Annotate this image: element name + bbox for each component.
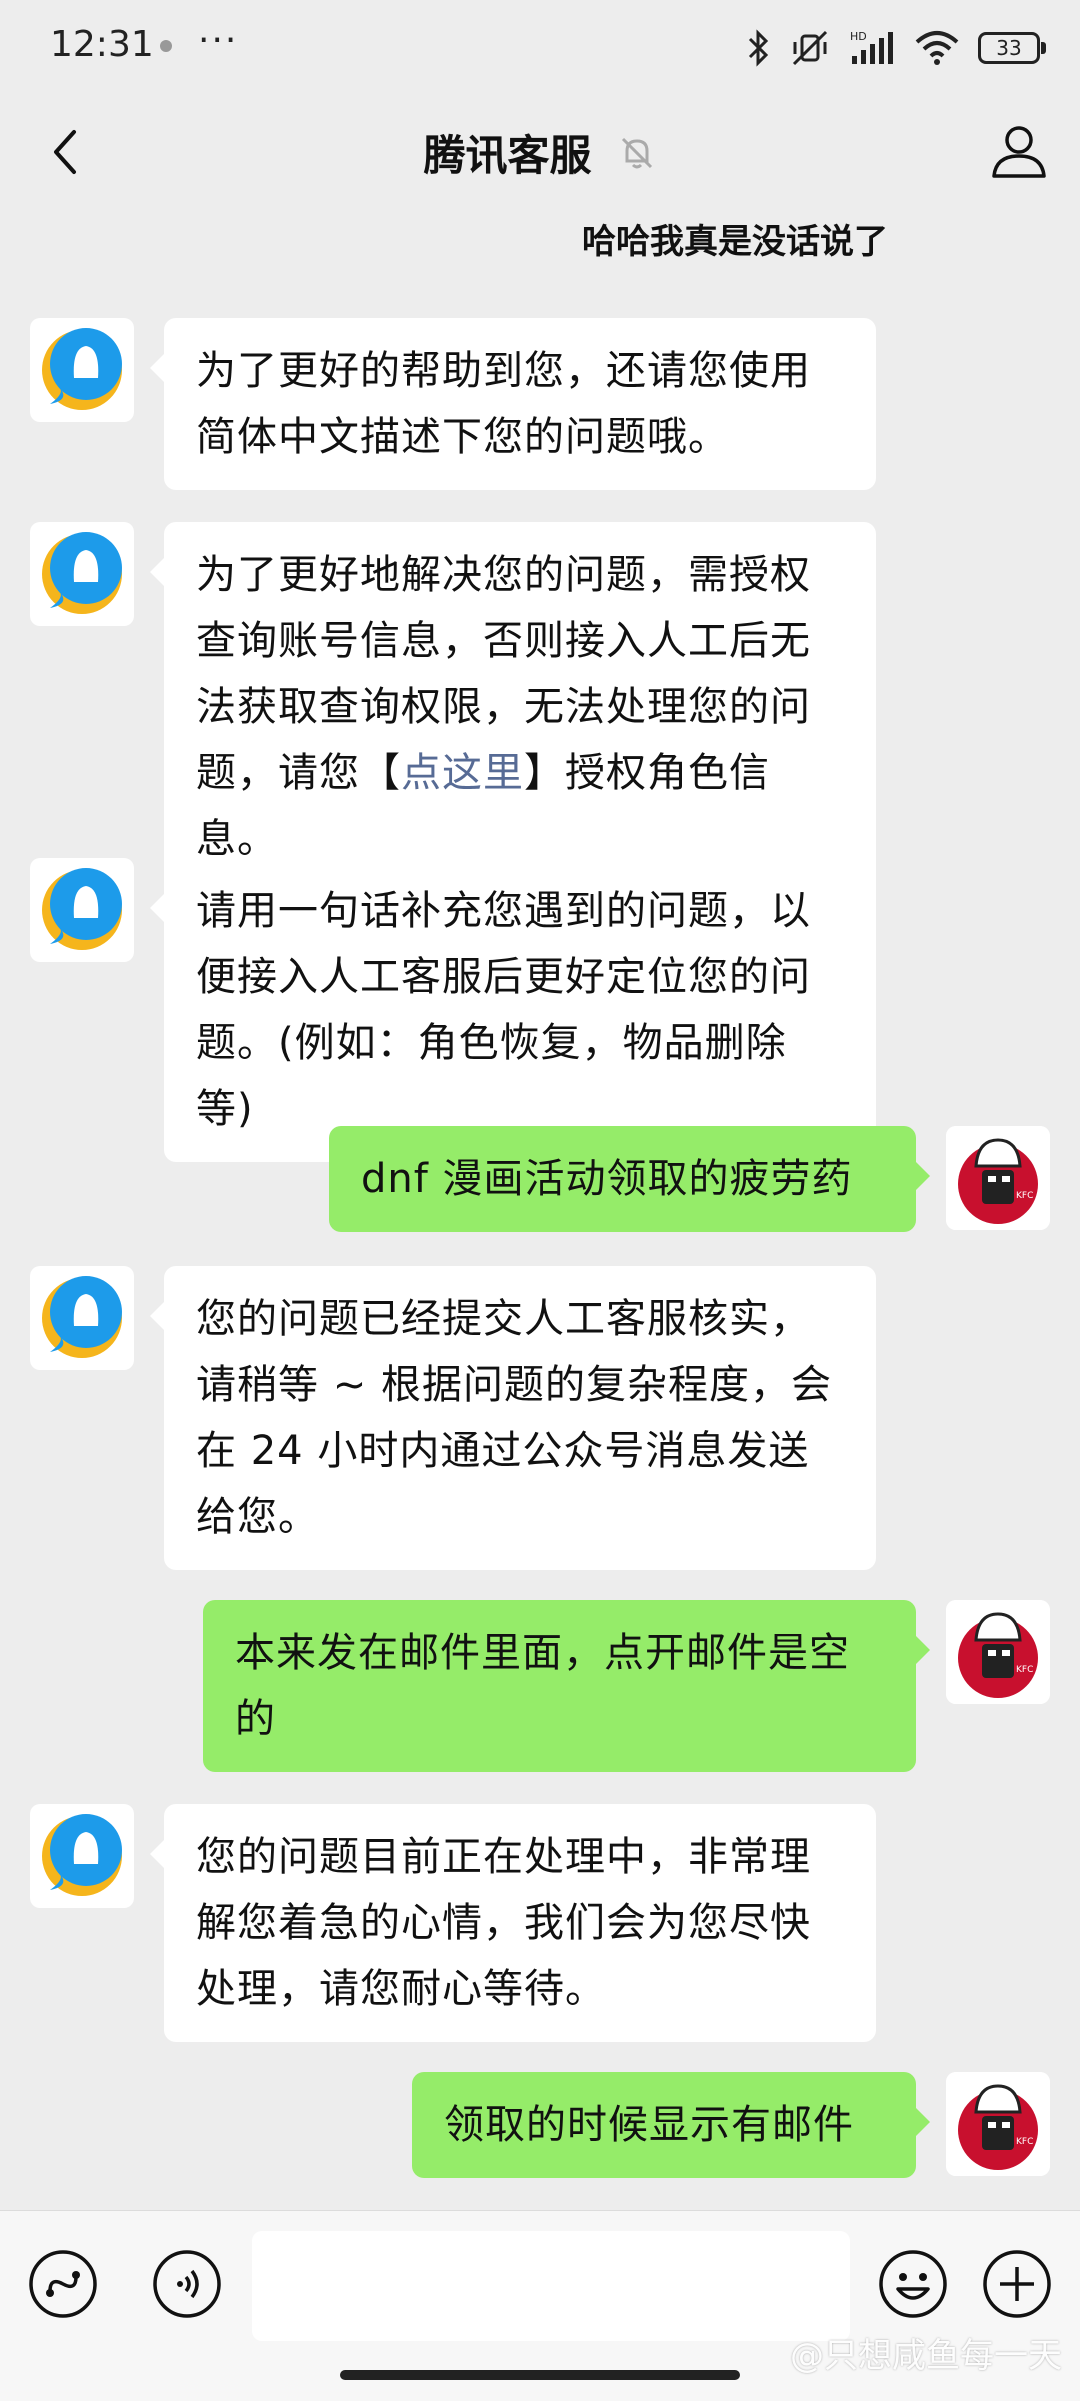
bot-message-bubble[interactable]: 为了更好的帮助到您，还请您使用 简体中文描述下您的问题哦。: [150, 318, 876, 490]
message-line: 本来发在邮件里面，点开邮件是空: [235, 1630, 850, 1676]
message-line: dnf 漫画活动领取的疲劳药: [361, 1156, 853, 1202]
message-line: 处理，请您耐心等待。: [196, 1966, 606, 2012]
message-line: 您的问题已经提交人工客服核实，: [196, 1296, 811, 1342]
message-line: 给您。: [196, 1494, 319, 1540]
message-line: 为了更好地解决您的问题，需授权: [196, 552, 811, 598]
user-avatar-image-icon: KFC: [946, 1600, 1050, 1704]
message-line: 请用一句话补充您遇到的问题，以: [196, 888, 811, 934]
bot-message-bubble[interactable]: 为了更好地解决您的问题，需授权 查询账号信息，否则接入人工后无 法获取查询权限，…: [150, 522, 876, 892]
user-message-bubble[interactable]: dnf 漫画活动领取的疲劳药: [329, 1126, 930, 1232]
message-line: 法获取查询权限，无法处理您的问: [196, 684, 811, 730]
bot-avatar[interactable]: [30, 318, 134, 422]
home-indicator[interactable]: [340, 2370, 740, 2380]
message-text: 题，请您【: [196, 750, 401, 796]
emoji-icon[interactable]: [878, 2249, 948, 2319]
tencent-service-logo-icon: [42, 1814, 122, 1896]
bot-avatar[interactable]: [30, 1804, 134, 1908]
message-line: 领取的时候显示有邮件: [444, 2102, 854, 2148]
message-line: 简体中文描述下您的问题哦。: [196, 414, 729, 460]
message-line: 解您着急的心情，我们会为您尽快: [196, 1900, 811, 1946]
message-input[interactable]: [252, 2231, 850, 2341]
user-avatar-image-icon: KFC: [946, 1126, 1050, 1230]
bot-avatar[interactable]: [30, 522, 134, 626]
user-avatar[interactable]: KFC: [946, 2072, 1050, 2176]
message-line: 便接入人工客服后更好定位您的问: [196, 954, 811, 1000]
bot-avatar[interactable]: [30, 858, 134, 962]
message-line: 为了更好的帮助到您，还请您使用: [196, 348, 811, 394]
bot-message-bubble[interactable]: 您的问题目前正在处理中，非常理 解您着急的心情，我们会为您尽快 处理，请您耐心等…: [150, 1804, 876, 2042]
message-line: 在 24 小时内通过公众号消息发送: [196, 1428, 810, 1474]
voice-input-icon[interactable]: [152, 2249, 222, 2319]
message-line: 题，请您【点这里】授权角色信息。: [196, 740, 844, 872]
authorize-link[interactable]: 点这里: [401, 750, 524, 796]
svg-text:KFC: KFC: [1016, 1191, 1033, 1201]
user-avatar-image-icon: KFC: [946, 2072, 1050, 2176]
svg-text:KFC: KFC: [1016, 2137, 1033, 2147]
mini-program-icon[interactable]: [28, 2249, 98, 2319]
bot-message-bubble[interactable]: 您的问题已经提交人工客服核实， 请稍等 ~ 根据问题的复杂程度，会 在 24 小…: [150, 1266, 876, 1570]
bot-message-bubble[interactable]: 请用一句话补充您遇到的问题，以 便接入人工客服后更好定位您的问 题。(例如：角色…: [150, 858, 876, 1162]
message-list: 为了更好的帮助到您，还请您使用 简体中文描述下您的问题哦。 为了更好地解决您的问…: [0, 0, 1080, 2210]
user-message-bubble[interactable]: 领取的时候显示有邮件: [412, 2072, 930, 2178]
tencent-service-logo-icon: [42, 1276, 122, 1358]
user-avatar[interactable]: KFC: [946, 1126, 1050, 1230]
tencent-service-logo-icon: [42, 868, 122, 950]
user-avatar[interactable]: KFC: [946, 1600, 1050, 1704]
message-line: 题。(例如：角色恢复，物品删除等): [196, 1020, 787, 1132]
add-more-icon[interactable]: [982, 2249, 1052, 2319]
message-line: 请稍等 ~ 根据问题的复杂程度，会: [196, 1362, 832, 1408]
tencent-service-logo-icon: [42, 532, 122, 614]
svg-text:KFC: KFC: [1016, 1665, 1033, 1675]
watermark-text: @只想咸鱼每一天: [790, 2336, 1062, 2376]
user-message-bubble[interactable]: 本来发在邮件里面，点开邮件是空 的: [203, 1600, 930, 1772]
message-line: 的: [235, 1696, 276, 1742]
tencent-service-logo-icon: [42, 328, 122, 410]
bot-avatar[interactable]: [30, 1266, 134, 1370]
message-line: 查询账号信息，否则接入人工后无: [196, 618, 811, 664]
message-line: 您的问题目前正在处理中，非常理: [196, 1834, 811, 1880]
